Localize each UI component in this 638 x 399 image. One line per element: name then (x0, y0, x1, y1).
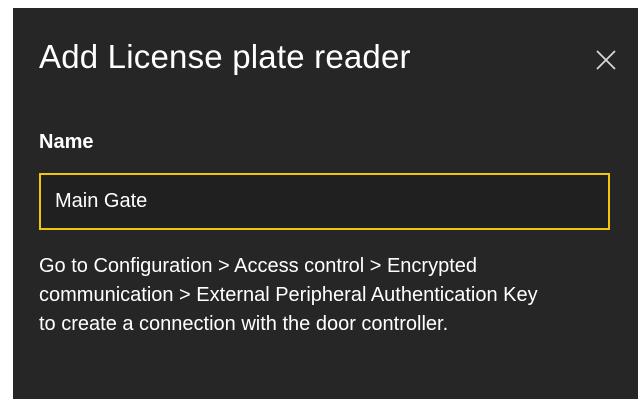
name-field-label: Name (39, 131, 94, 153)
dialog-title: Add License plate reader (39, 38, 411, 75)
name-input[interactable] (39, 173, 610, 230)
add-license-plate-reader-dialog: Add License plate reader Name Go to Conf… (13, 8, 638, 399)
close-button[interactable] (588, 42, 622, 76)
help-text: Go to Configuration > Access control > E… (39, 255, 538, 335)
close-icon (596, 50, 616, 70)
